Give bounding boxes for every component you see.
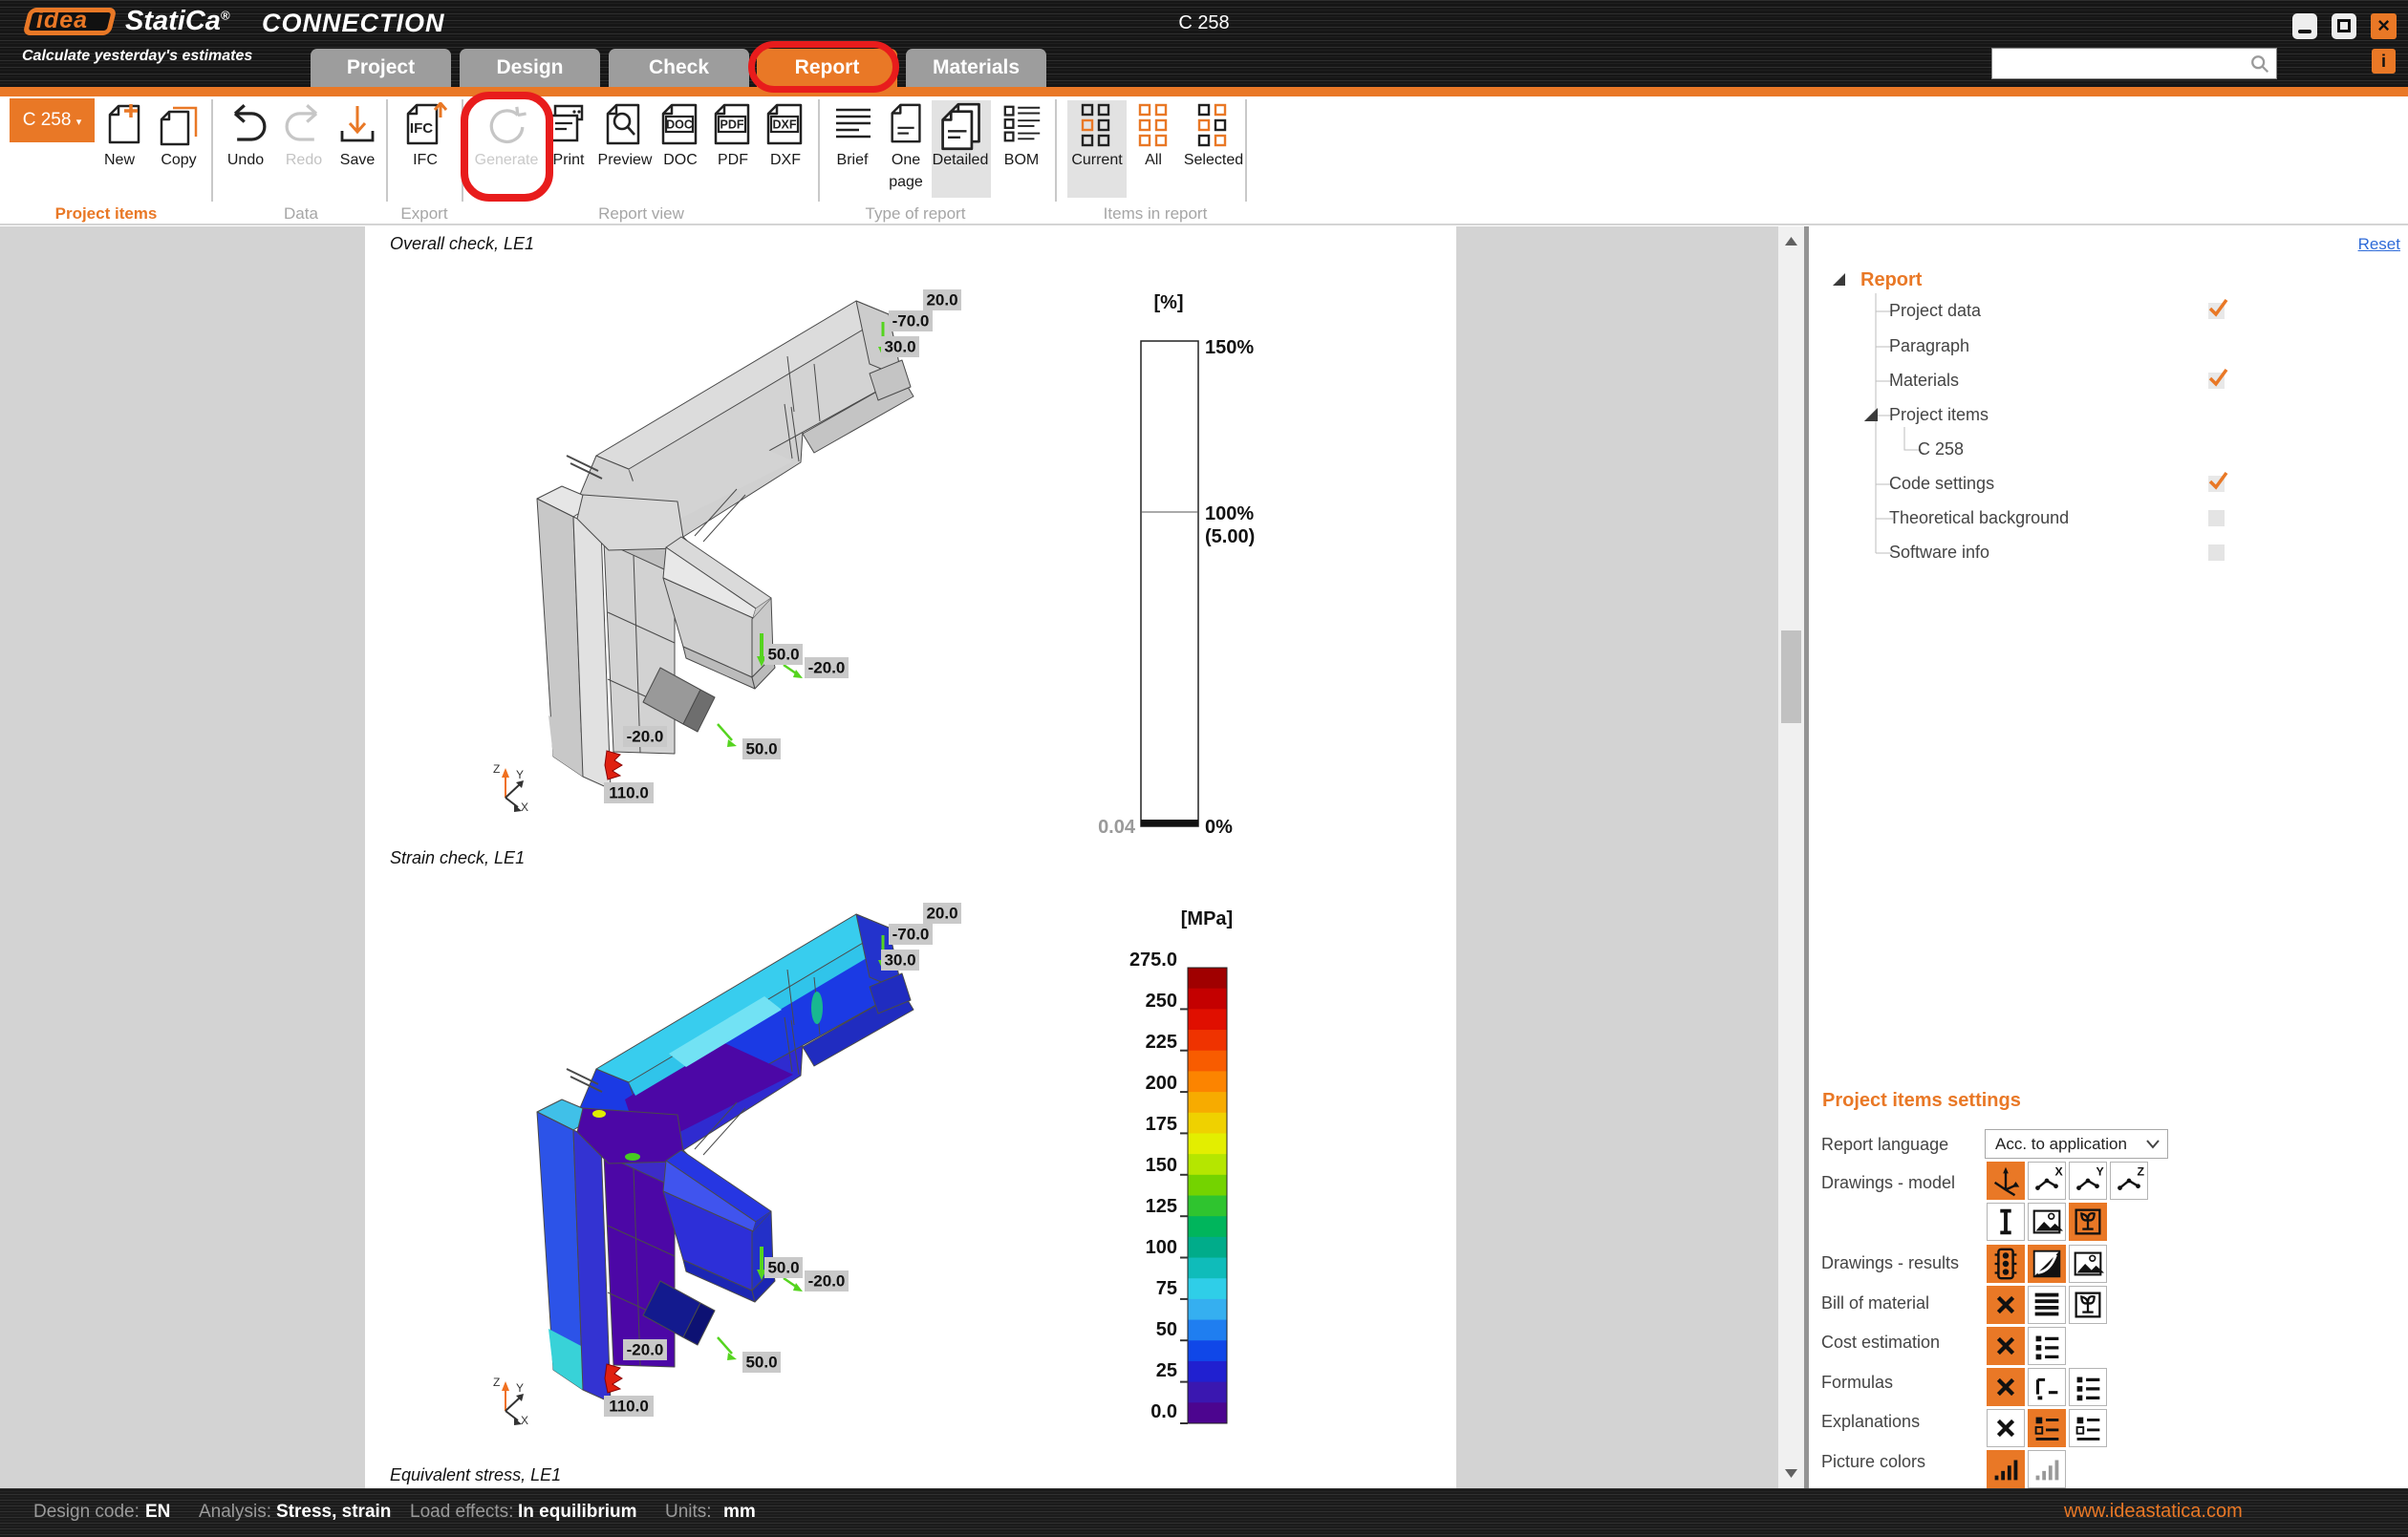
svg-text:[%]: [%] <box>1153 292 1183 313</box>
svg-text:(5.00): (5.00) <box>1205 526 1255 547</box>
svg-text:0%: 0% <box>1205 817 1233 838</box>
svg-text:175: 175 <box>1146 1114 1177 1135</box>
svg-text:50: 50 <box>1156 1319 1177 1340</box>
svg-text:DOC: DOC <box>666 118 693 132</box>
svg-text:Z: Z <box>2138 1164 2145 1178</box>
svg-text:Strain check, LE1: Strain check, LE1 <box>390 848 525 867</box>
svg-text:100%: 100% <box>1205 503 1254 524</box>
svg-text:125: 125 <box>1146 1196 1177 1217</box>
svg-text:75: 75 <box>1156 1278 1177 1299</box>
svg-text:IFC: IFC <box>410 120 433 137</box>
svg-text:25: 25 <box>1156 1360 1177 1381</box>
svg-text:150: 150 <box>1146 1155 1177 1176</box>
svg-text:0.04: 0.04 <box>1098 817 1136 838</box>
svg-text:200: 200 <box>1146 1073 1177 1094</box>
svg-text:[MPa]: [MPa] <box>1181 908 1233 929</box>
svg-text:Equivalent stress, LE1: Equivalent stress, LE1 <box>390 1465 561 1484</box>
svg-text:X: X <box>2055 1164 2064 1178</box>
svg-text:Overall check, LE1: Overall check, LE1 <box>390 234 534 253</box>
svg-text:0.0: 0.0 <box>1150 1401 1177 1422</box>
svg-text:275.0: 275.0 <box>1129 950 1177 971</box>
svg-text:DXF: DXF <box>773 118 797 132</box>
svg-text:225: 225 <box>1146 1032 1177 1053</box>
svg-text:250: 250 <box>1146 991 1177 1012</box>
svg-text:100: 100 <box>1146 1237 1177 1258</box>
svg-text:PDF: PDF <box>720 118 744 132</box>
svg-text:150%: 150% <box>1205 337 1254 358</box>
svg-text:Y: Y <box>2096 1164 2105 1178</box>
